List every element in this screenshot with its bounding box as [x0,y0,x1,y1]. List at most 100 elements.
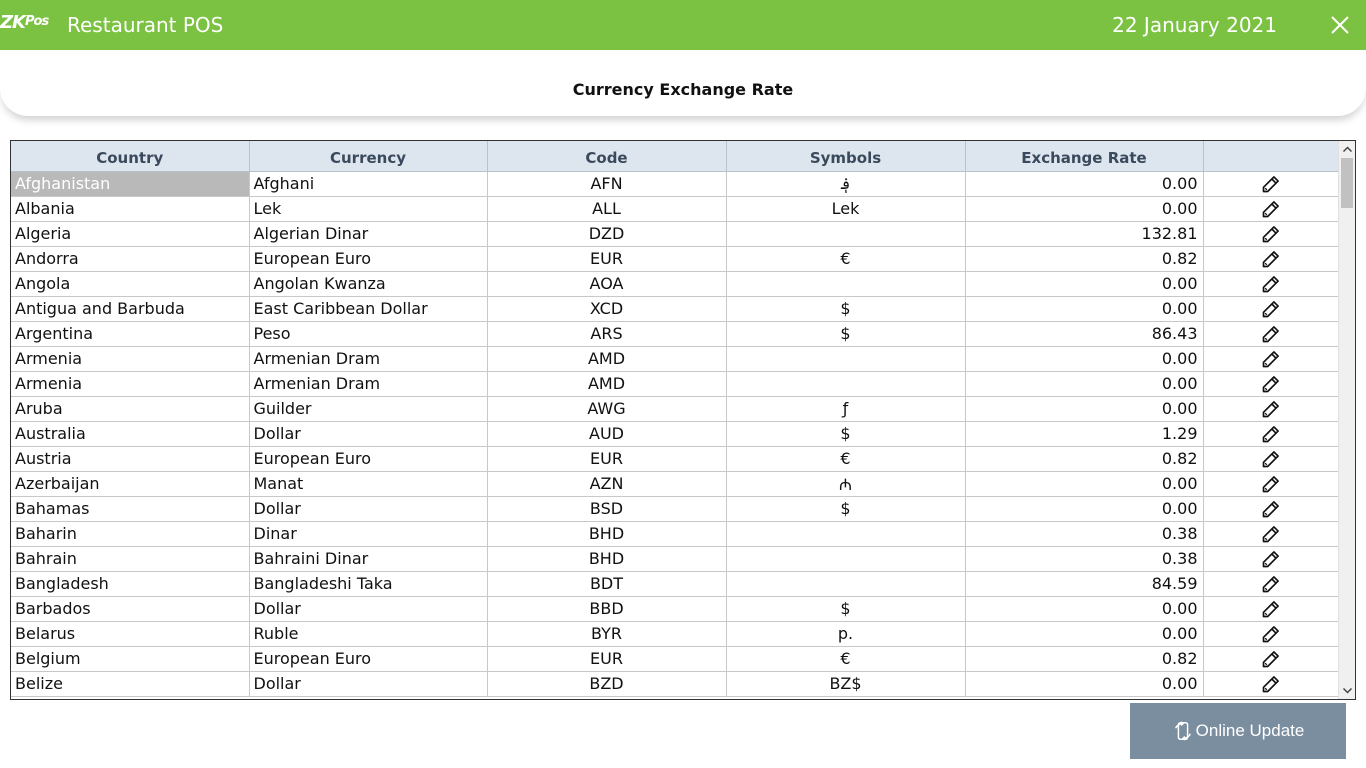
pencil-icon[interactable] [1261,374,1281,394]
table-row[interactable]: Armenia Armenian Dram AMD 0.00 [11,371,1339,397]
table-row[interactable]: Algeria Algerian Dinar DZD 132.81 [11,221,1339,247]
cell-symbol[interactable]: $ [726,596,966,622]
cell-country[interactable]: Armenia [11,371,250,397]
pencil-icon[interactable] [1261,449,1281,469]
cell-code[interactable]: EUR [487,646,727,672]
cell-currency[interactable]: Bahraini Dinar [249,546,488,572]
cell-currency[interactable]: Dinar [249,521,488,547]
table-row[interactable]: Barbados Dollar BBD $0.00 [11,596,1339,622]
cell-code[interactable]: AUD [487,421,727,447]
table-row[interactable]: Baharin Dinar BHD 0.38 [11,521,1339,547]
table-row[interactable]: Albania Lek ALL Lek 0.00 [11,196,1339,222]
pencil-icon[interactable] [1261,349,1281,369]
cell-code[interactable]: ALL [487,196,727,222]
pencil-icon[interactable] [1261,299,1281,319]
cell-code[interactable]: AFN [487,171,727,197]
edit-row-button[interactable] [1203,496,1339,522]
table-row[interactable]: Azerbaijan Manat AZN ₼ 0.00 [11,471,1339,497]
cell-country[interactable]: Armenia [11,346,250,372]
cell-currency[interactable]: European Euro [249,446,488,472]
cell-symbol[interactable] [726,571,966,597]
edit-row-button[interactable] [1203,171,1339,197]
table-row[interactable]: Andorra European Euro EUR €0.82 [11,246,1339,272]
cell-country[interactable]: Angola [11,271,250,297]
cell-exchange-rate[interactable]: 0.82 [965,446,1204,472]
cell-country[interactable]: Albania [11,196,250,222]
cell-currency[interactable]: European Euro [249,646,488,672]
pencil-icon[interactable] [1261,274,1281,294]
cell-symbol[interactable]: ؋ [726,171,966,197]
cell-exchange-rate[interactable]: 0.00 [965,671,1204,697]
pencil-icon[interactable] [1261,524,1281,544]
table-row[interactable]: Bahrain Bahraini Dinar BHD 0.38 [11,546,1339,572]
cell-symbol[interactable] [726,521,966,547]
cell-code[interactable]: BHD [487,521,727,547]
cell-symbol[interactable]: BZ$ [726,671,966,697]
cell-country[interactable]: Australia [11,421,250,447]
cell-symbol[interactable]: p. [726,621,966,647]
cell-exchange-rate[interactable]: 0.38 [965,546,1204,572]
cell-country[interactable]: Belgium [11,646,250,672]
cell-code[interactable]: XCD [487,296,727,322]
cell-exchange-rate[interactable]: 0.00 [965,396,1204,422]
cell-exchange-rate[interactable]: 0.00 [965,496,1204,522]
cell-currency[interactable]: Algerian Dinar [249,221,488,247]
pencil-icon[interactable] [1261,424,1281,444]
cell-code[interactable]: BBD [487,596,727,622]
cell-symbol[interactable]: $ [726,421,966,447]
cell-country[interactable]: Austria [11,446,250,472]
cell-code[interactable]: BZD [487,671,727,697]
pencil-icon[interactable] [1261,549,1281,569]
cell-exchange-rate[interactable]: 0.00 [965,171,1204,197]
cell-symbol[interactable]: Lek [726,196,966,222]
cell-country[interactable]: Antigua and Barbuda [11,296,250,322]
edit-row-button[interactable] [1203,246,1339,272]
cell-exchange-rate[interactable]: 0.82 [965,246,1204,272]
pencil-icon[interactable] [1261,474,1281,494]
cell-currency[interactable]: Peso [249,321,488,347]
pencil-icon[interactable] [1261,224,1281,244]
pencil-icon[interactable] [1261,399,1281,419]
cell-code[interactable]: EUR [487,446,727,472]
edit-row-button[interactable] [1203,321,1339,347]
cell-code[interactable]: AMD [487,346,727,372]
cell-code[interactable]: ARS [487,321,727,347]
edit-row-button[interactable] [1203,421,1339,447]
cell-currency[interactable]: Dollar [249,496,488,522]
column-header-symbols[interactable]: Symbols [726,141,966,172]
table-row[interactable]: Austria European Euro EUR €0.82 [11,446,1339,472]
table-row[interactable]: Belarus Ruble BYR p. 0.00 [11,621,1339,647]
cell-symbol[interactable] [726,271,966,297]
cell-symbol[interactable]: ₼ [726,471,966,497]
cell-currency[interactable]: Ruble [249,621,488,647]
cell-currency[interactable]: Angolan Kwanza [249,271,488,297]
cell-symbol[interactable]: $ [726,296,966,322]
cell-currency[interactable]: East Caribbean Dollar [249,296,488,322]
cell-country[interactable]: Belize [11,671,250,697]
pencil-icon[interactable] [1261,574,1281,594]
edit-row-button[interactable] [1203,346,1339,372]
table-row[interactable]: Belize Dollar BZD BZ$ 0.00 [11,671,1339,697]
pencil-icon[interactable] [1261,624,1281,644]
cell-country[interactable]: Bahamas [11,496,250,522]
cell-currency[interactable]: Afghani [249,171,488,197]
cell-country[interactable]: Baharin [11,521,250,547]
pencil-icon[interactable] [1261,649,1281,669]
edit-row-button[interactable] [1203,596,1339,622]
cell-exchange-rate[interactable]: 0.00 [965,346,1204,372]
edit-row-button[interactable] [1203,646,1339,672]
edit-row-button[interactable] [1203,621,1339,647]
edit-row-button[interactable] [1203,671,1339,697]
cell-code[interactable]: DZD [487,221,727,247]
cell-symbol[interactable] [726,371,966,397]
table-row[interactable]: Bahamas Dollar BSD $0.00 [11,496,1339,522]
cell-exchange-rate[interactable]: 0.00 [965,296,1204,322]
edit-row-button[interactable] [1203,196,1339,222]
cell-currency[interactable]: Dollar [249,596,488,622]
pencil-icon[interactable] [1261,499,1281,519]
scroll-down-button[interactable] [1339,682,1355,699]
table-row[interactable]: Armenia Armenian Dram AMD 0.00 [11,346,1339,372]
cell-currency[interactable]: Guilder [249,396,488,422]
cell-code[interactable]: BYR [487,621,727,647]
cell-code[interactable]: AMD [487,371,727,397]
